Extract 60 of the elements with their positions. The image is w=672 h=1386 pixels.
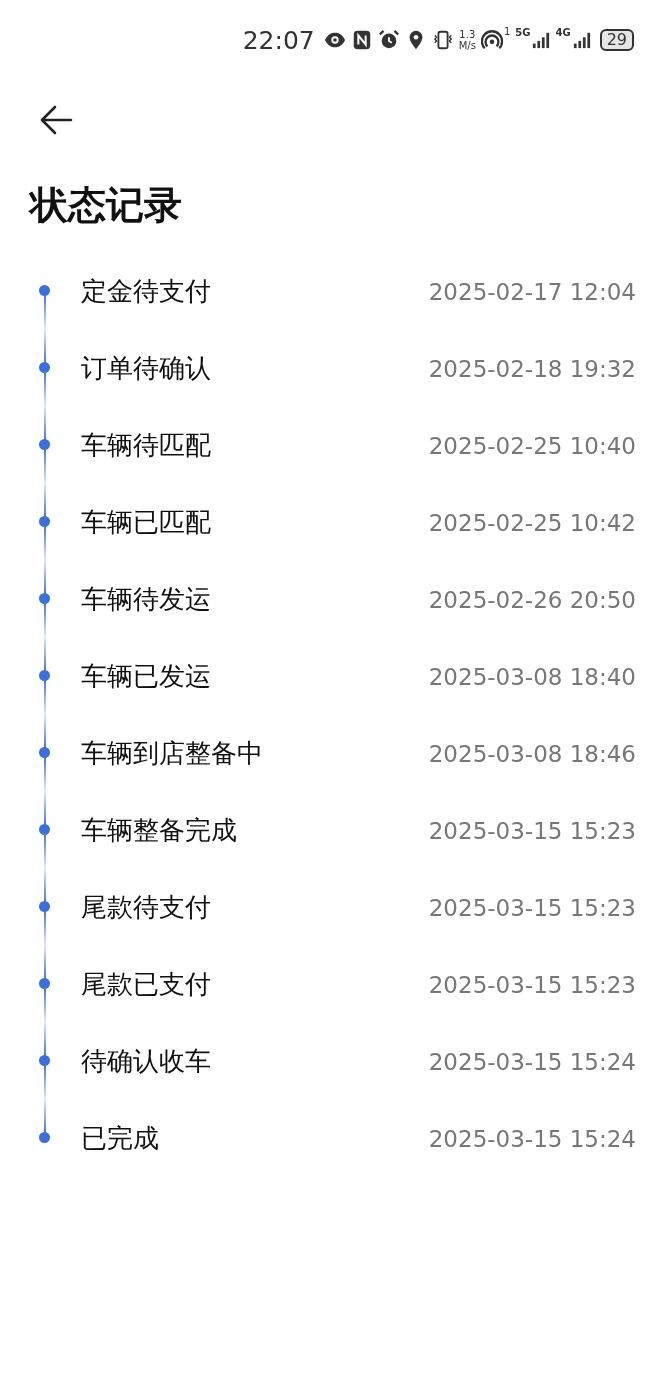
timeline-line — [44, 678, 46, 750]
status-time: 2025-03-15 15:24 — [428, 1048, 636, 1075]
timeline-line — [44, 524, 46, 596]
hotspot-count: 1 — [503, 26, 511, 37]
timeline-dot — [39, 747, 50, 758]
speed-value: 1.3 — [459, 29, 476, 40]
status-time: 2025-02-25 10:42 — [428, 509, 636, 536]
status-label: 车辆到店整备中 — [81, 737, 264, 770]
status-time: 2025-03-15 15:23 — [428, 971, 636, 998]
status-label: 已完成 — [81, 1122, 160, 1155]
page-title: 状态记录 — [27, 182, 183, 229]
signal-icon — [572, 31, 591, 49]
clock-time: 22:07 — [242, 25, 315, 55]
timeline-dot — [39, 516, 50, 527]
status-label: 待确认收车 — [81, 1045, 212, 1078]
status-time: 2025-03-08 18:46 — [428, 740, 636, 767]
status-label: 车辆已发运 — [81, 660, 212, 693]
status-label: 车辆待匹配 — [81, 429, 212, 462]
status-time: 2025-02-26 20:50 — [428, 586, 636, 613]
status-time: 2025-02-25 10:40 — [428, 432, 636, 459]
status-label: 尾款已支付 — [81, 968, 212, 1001]
timeline-line — [44, 832, 46, 904]
timeline-dot — [39, 901, 50, 912]
timeline-line — [44, 447, 46, 519]
timeline-dot — [39, 285, 50, 296]
timeline-line — [44, 1063, 46, 1135]
status-time: 2025-03-15 15:24 — [428, 1125, 636, 1152]
timeline-dot — [39, 1132, 50, 1143]
signal-icon — [532, 31, 551, 49]
timeline-line — [44, 370, 46, 442]
status-label: 尾款待支付 — [81, 891, 212, 924]
timeline-dot — [39, 824, 50, 835]
timeline-dot — [39, 670, 50, 681]
timeline-dot — [39, 978, 50, 989]
timeline-dot — [39, 362, 50, 373]
vibrate-icon — [431, 29, 454, 51]
timeline-line — [44, 293, 46, 365]
status-label: 车辆整备完成 — [81, 814, 238, 847]
status-label: 定金待支付 — [81, 275, 212, 308]
hotspot-icon — [480, 29, 503, 51]
timeline-dot — [39, 593, 50, 604]
speed-unit: M/s — [458, 40, 476, 51]
alarm-icon — [377, 29, 400, 51]
status-time: 2025-02-18 19:32 — [428, 355, 636, 382]
timeline-line — [44, 601, 46, 673]
timeline-dot — [39, 1055, 50, 1066]
battery-level: 29 — [599, 29, 634, 51]
timeline-line — [44, 755, 46, 827]
timeline-dot — [39, 439, 50, 450]
network-type: 5G — [515, 27, 531, 38]
timeline-line — [44, 909, 46, 981]
status-label: 车辆已匹配 — [81, 506, 212, 539]
status-time: 2025-03-08 18:40 — [428, 663, 636, 690]
status-time: 2025-03-15 15:23 — [428, 817, 636, 844]
status-time: 2025-03-15 15:23 — [428, 894, 636, 921]
status-time: 2025-02-17 12:04 — [428, 278, 636, 305]
timeline-line — [44, 986, 46, 1058]
status-label: 车辆待发运 — [81, 583, 212, 616]
status-label: 订单待确认 — [81, 352, 212, 385]
network-type: 4G — [555, 27, 571, 38]
